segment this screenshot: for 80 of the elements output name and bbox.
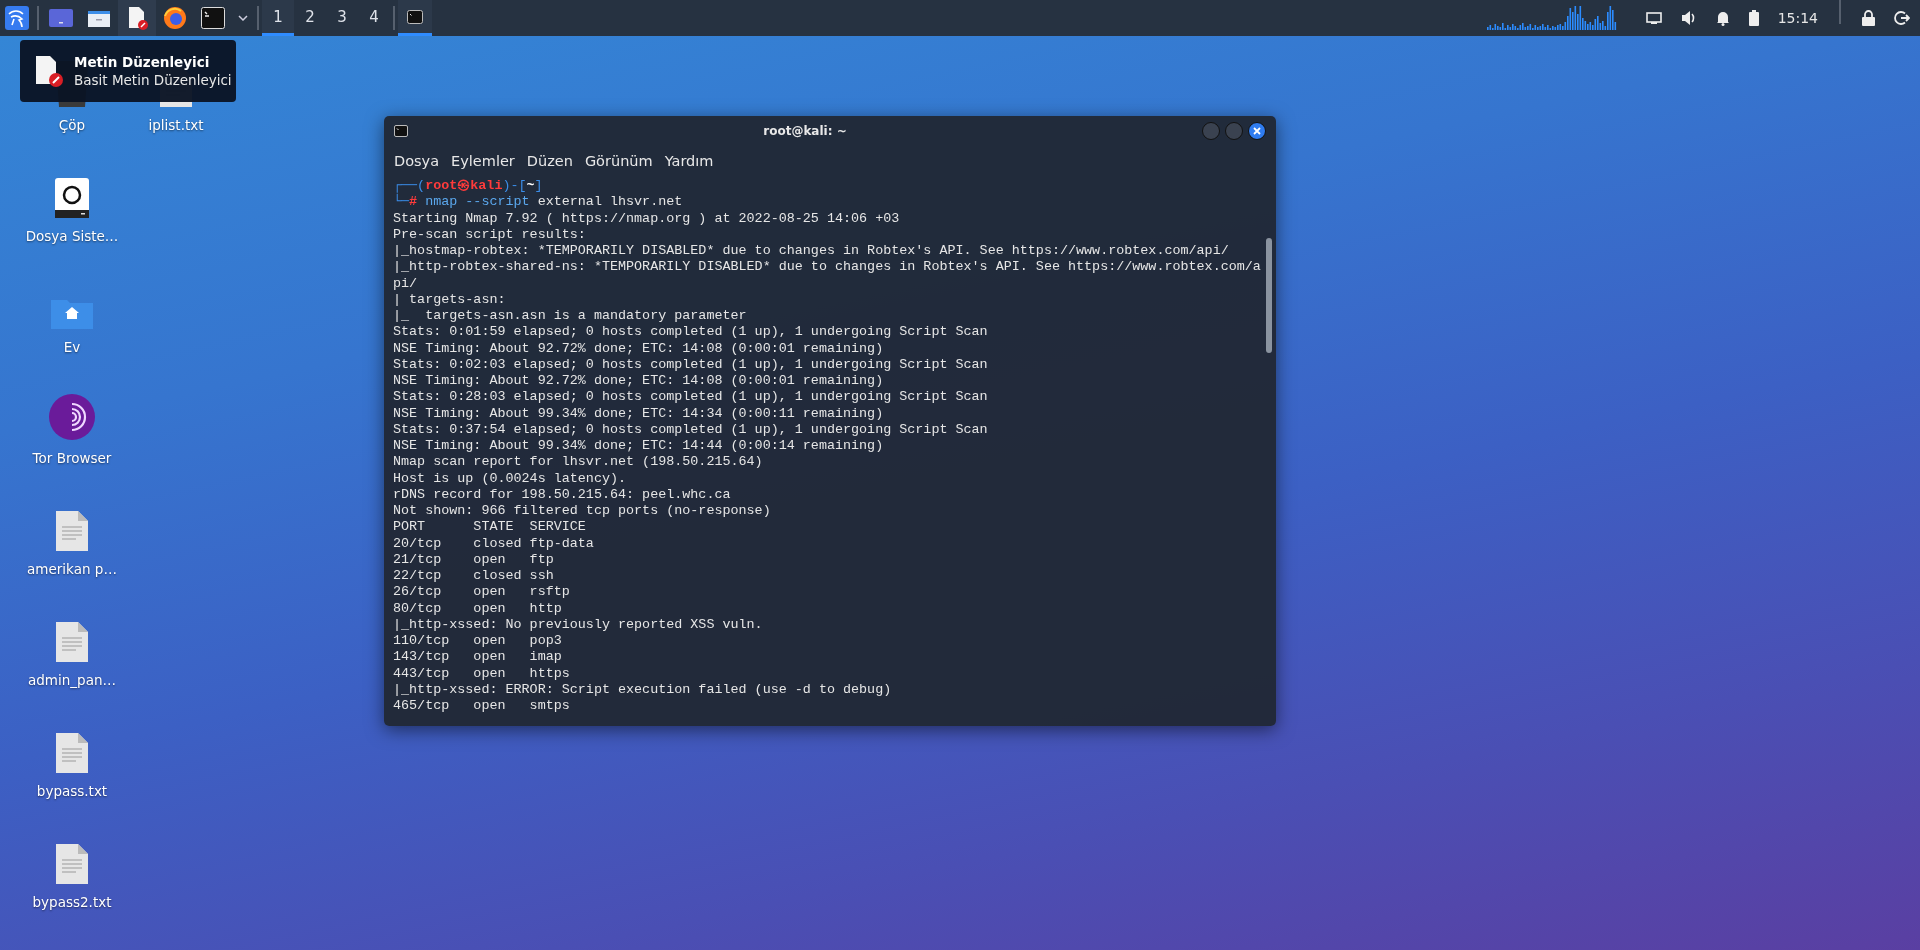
terminal-line: Stats: 0:28:03 elapsed; 0 hosts completed (1 up), 1 undergoing Script Scan [393, 389, 989, 406]
task-button[interactable] [398, 0, 432, 36]
terminal-line: Stats: 0:37:54 elapsed; 0 hosts completed (1 up), 1 undergoing Script Scan [393, 421, 989, 438]
workspace-button[interactable]: 3 [326, 0, 358, 36]
terminal-line: |_http-robtex-shared-ns: *TEMPORARILY DISABLED* due to changes in Robtex's API. See https://www.robtex.com/a [393, 259, 1262, 276]
terminal-line: Host is up (0.0024s latency). [393, 470, 628, 487]
scrollbar-thumb[interactable] [1266, 238, 1272, 353]
terminal-line: 443/tcp open https [393, 665, 571, 682]
terminal-line: |_ targets-asn.asn is a mandatory parameter [393, 308, 748, 325]
menu-item[interactable]: Düzen [522, 153, 577, 169]
icon-label[interactable]: Tor Browser [32, 450, 112, 466]
terminal-line: Stats: 0:02:03 elapsed; 0 hosts completed (1 up), 1 undergoing Script Scan [393, 356, 989, 373]
tooltip-subtitle: Basit Metin Düzenleyici [74, 72, 232, 88]
lock-icon[interactable] [1862, 10, 1875, 26]
network-icon[interactable] [1645, 11, 1662, 25]
window-title: root@kali: ~ [762, 124, 848, 138]
desktop-icon [49, 8, 73, 28]
icon-label[interactable]: admin_pan… [28, 672, 116, 688]
terminal-line: Stats: 0:01:59 elapsed; 0 hosts completed (1 up), 1 undergoing Script Scan [393, 324, 989, 341]
battery-icon[interactable] [1748, 10, 1759, 26]
icon-label[interactable]: Ev [63, 339, 81, 355]
icon-label[interactable]: iplist.txt [148, 117, 204, 133]
terminal-line: 26/tcp open rsftp [393, 584, 571, 601]
home-folder-icon[interactable] [51, 297, 93, 329]
terminal-line: 80/tcp open http [393, 600, 563, 617]
terminal-line: Not shown: 966 filtered tcp ports (no-response) [393, 503, 772, 520]
icon-label[interactable]: Çöp [58, 117, 86, 133]
terminal-line: 21/tcp open ftp [393, 551, 555, 568]
terminal-line: Starting Nmap 7.92 ( https://nmap.org ) at 2022-08-25 14:06 +03 [393, 210, 901, 227]
terminal-line: | targets-asn: [393, 291, 507, 308]
terminal-line: |_http-xssed: No previously reported XSS vuln. [393, 616, 764, 633]
menu-item[interactable]: Eylemler [447, 153, 519, 169]
terminal-line: 143/tcp open imap [393, 649, 563, 666]
volume-icon[interactable] [1680, 10, 1697, 26]
icon-label[interactable]: amerikan p… [27, 561, 117, 577]
clock[interactable]: 15:14 [1777, 10, 1818, 26]
terminal-line: Pre-scan script results: [393, 226, 587, 243]
bell-icon[interactable] [1715, 10, 1730, 26]
onion-globe-icon[interactable] [49, 394, 95, 440]
workspace-button[interactable]: 2 [294, 0, 326, 36]
terminal-icon [394, 125, 408, 137]
close-icon [1253, 127, 1261, 135]
terminal-line: 110/tcp open pop3 [393, 633, 563, 650]
caret-icon [238, 15, 248, 21]
menu-item[interactable]: Dosya [390, 153, 444, 169]
terminal-line: ┌──(root㉿kali)-[~] [393, 178, 544, 195]
close-button[interactable] [1248, 122, 1266, 140]
icon-label[interactable]: bypass.txt [36, 783, 108, 799]
terminal-line: NSE Timing: About 92.72% done; ETC: 14:08 (0:00:01 remaining) [393, 340, 885, 357]
menu-item[interactable]: Görünüm [580, 153, 657, 169]
terminal-icon [201, 7, 225, 29]
terminal-line: |_hostmap-robtex: *TEMPORARILY DISABLED* due to changes in Robtex's API. See https://www.robtex.com/api/ [393, 243, 1230, 260]
terminal-line: 20/tcp closed ftp-data [393, 535, 595, 552]
workspace-button[interactable]: 1 [262, 0, 294, 36]
terminal-line: NSE Timing: About 99.34% done; ETC: 14:34 (0:00:11 remaining) [393, 405, 885, 422]
terminal-line: NSE Timing: About 99.34% done; ETC: 14:44 (0:00:14 remaining) [393, 438, 885, 455]
folder-icon [87, 8, 111, 28]
text-file-icon[interactable] [56, 622, 88, 662]
terminal-line: rDNS record for 198.50.215.64: peel.whc.ca [393, 486, 732, 503]
workspace-button[interactable]: 4 [358, 0, 390, 36]
terminal-line: pi/ [393, 275, 419, 292]
icon-label[interactable]: bypass2.txt [32, 894, 112, 910]
terminal-line: PORT STATE SERVICE [393, 519, 587, 536]
terminal-line: 22/tcp closed ssh [393, 568, 555, 585]
logout-icon[interactable] [1894, 10, 1910, 26]
browser-icon [163, 6, 187, 30]
terminal-line: NSE Timing: About 92.72% done; ETC: 14:08 (0:00:01 remaining) [393, 373, 885, 390]
tooltip-title: Metin Düzenleyici [74, 54, 211, 70]
launcher-button[interactable] [118, 0, 156, 36]
text-file-icon[interactable] [56, 844, 88, 884]
drive-icon[interactable] [55, 178, 89, 218]
icon-label[interactable]: Dosya Siste… [25, 228, 119, 244]
terminal-line: └─# nmap --script external lhsvr.net [393, 194, 684, 211]
terminal-icon [407, 9, 423, 24]
text-file-icon[interactable] [56, 511, 88, 551]
terminal-line: |_http-xssed: ERROR: Script execution failed (use -d to debug) [393, 681, 893, 698]
terminal-line: Nmap scan report for lhsvr.net (198.50.215.64) [393, 454, 764, 471]
terminal-line: 465/tcp open smtps [393, 698, 571, 715]
menu-item[interactable]: Yardım [660, 153, 718, 169]
text-file-icon[interactable] [56, 733, 88, 773]
